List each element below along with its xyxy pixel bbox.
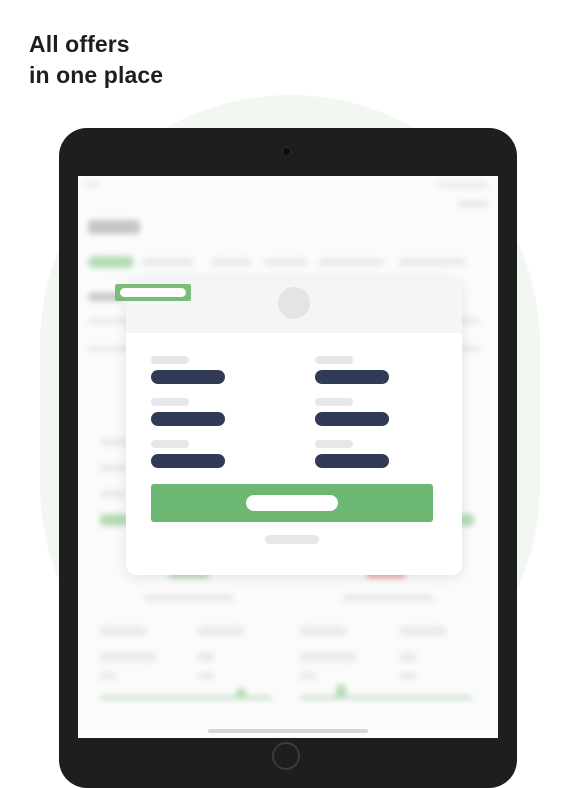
- apply-offer-button-label-placeholder: [246, 495, 338, 511]
- card-text: [100, 490, 126, 498]
- offer-field-value: [315, 412, 389, 426]
- provider-logo-placeholder: [278, 287, 310, 319]
- stat-item: [100, 672, 116, 680]
- stat-item: [100, 652, 156, 662]
- offer-field-label: [151, 356, 189, 364]
- offer-field-value: [151, 454, 225, 468]
- filter-chip-active: [88, 256, 134, 268]
- offer-modal: [126, 279, 462, 575]
- filter-chip: [142, 258, 194, 266]
- stat-item: [300, 626, 346, 636]
- home-button[interactable]: [272, 742, 300, 770]
- offer-field-value: [315, 370, 389, 384]
- offer-field-label: [151, 440, 189, 448]
- stat-item: [198, 652, 214, 662]
- stat-item: [300, 652, 356, 662]
- card-caption: [342, 594, 434, 602]
- offer-field-label: [315, 356, 353, 364]
- status-bar-time: [86, 182, 100, 187]
- tablet-screen: [78, 176, 498, 738]
- progress-line: [300, 696, 472, 699]
- progress-line: [100, 696, 272, 699]
- progress-dot: [336, 684, 346, 698]
- offer-badge: [115, 284, 191, 301]
- screen-title: [88, 220, 140, 234]
- filter-chip: [210, 258, 252, 266]
- headline-line-1: All offers: [29, 31, 130, 57]
- card-button: [100, 514, 128, 526]
- offer-field-value: [151, 370, 225, 384]
- stat-item: [400, 652, 416, 662]
- progress-dot: [236, 688, 246, 698]
- camera-icon: [283, 148, 290, 155]
- stat-item: [300, 672, 316, 680]
- offer-badge-label-placeholder: [120, 288, 186, 297]
- header-action: [458, 200, 488, 208]
- more-details-link[interactable]: [265, 535, 319, 544]
- status-bar-icons: [438, 182, 488, 188]
- apply-offer-button[interactable]: [151, 484, 433, 522]
- offer-field-value: [315, 454, 389, 468]
- stat-item: [100, 626, 146, 636]
- filter-chip: [398, 258, 466, 266]
- page-headline: All offers in one place: [29, 29, 163, 91]
- filter-chip: [318, 258, 384, 266]
- stat-item: [400, 626, 446, 636]
- offer-field-label: [151, 398, 189, 406]
- home-indicator: [208, 729, 368, 733]
- offer-field-label: [315, 398, 353, 406]
- offer-field-value: [151, 412, 225, 426]
- tablet-device-frame: [59, 128, 517, 788]
- stat-item: [198, 626, 244, 636]
- stat-item: [400, 672, 416, 680]
- stat-item: [198, 672, 214, 680]
- card-caption: [144, 594, 234, 602]
- offer-field-label: [315, 440, 353, 448]
- card-text: [100, 464, 126, 472]
- headline-line-2: in one place: [29, 62, 164, 88]
- filter-chip: [264, 258, 308, 266]
